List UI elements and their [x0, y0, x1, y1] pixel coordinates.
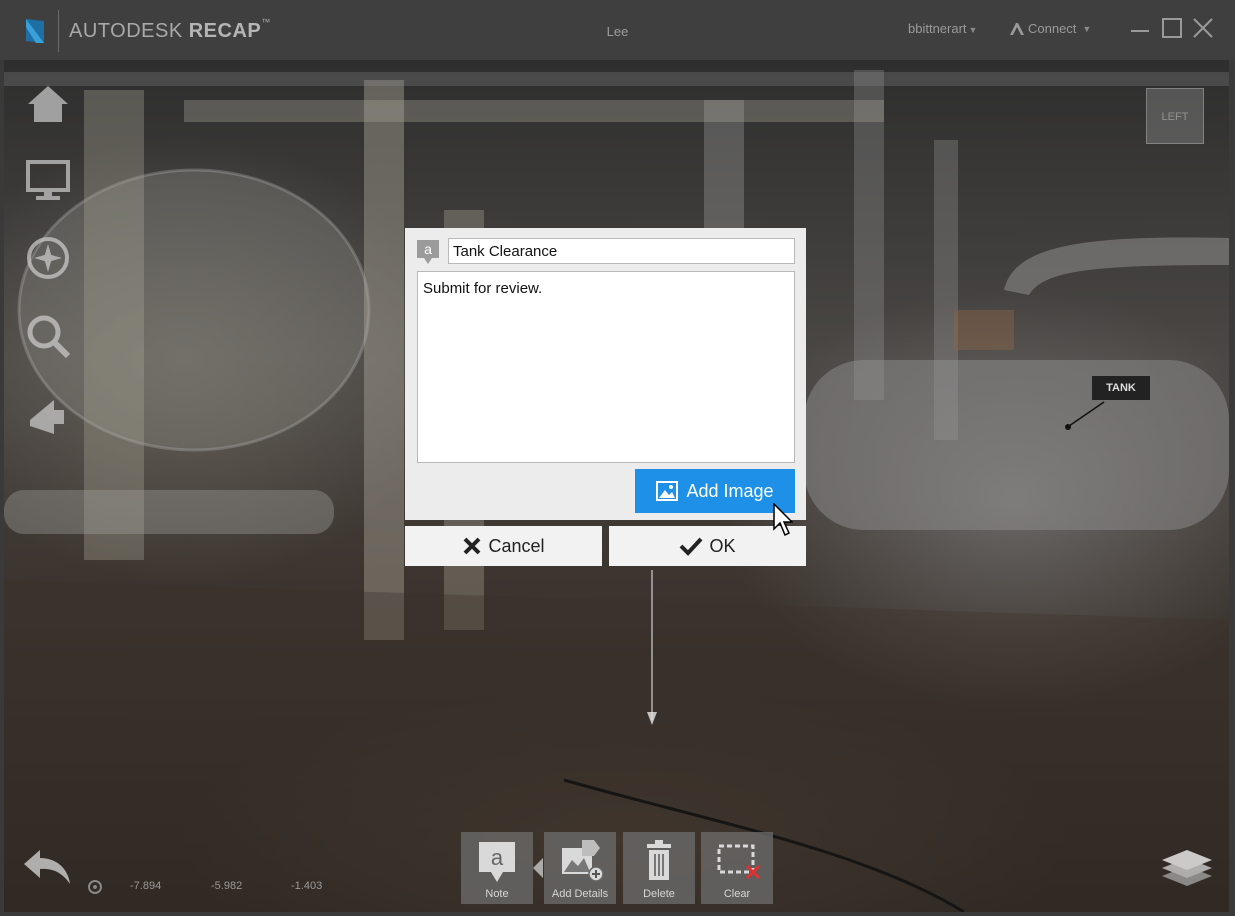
tank-annotation-tag[interactable]: TANK — [1092, 376, 1150, 400]
note-dialog: a Submit for review. Add Image — [405, 228, 806, 520]
navigation-wheel-icon[interactable] — [24, 234, 72, 282]
clear-label: Clear — [723, 888, 751, 900]
add-image-details-icon — [562, 840, 604, 882]
mouse-pointer-icon — [773, 503, 793, 537]
minimize-icon[interactable] — [1128, 16, 1152, 40]
note-title-input[interactable] — [448, 238, 795, 264]
delete-button[interactable]: Delete — [623, 832, 695, 904]
svg-text:a: a — [424, 241, 432, 257]
note-icon: a — [417, 240, 439, 264]
user-menu-label: bbittnerart — [908, 21, 967, 36]
home-icon[interactable] — [24, 80, 72, 128]
coordinate-z: -1.403 — [291, 880, 323, 892]
add-details-label: Add Details — [551, 888, 609, 900]
note-body-textarea[interactable]: Submit for review. — [417, 271, 795, 463]
coordinate-y: -5.982 — [211, 880, 243, 892]
annotation-horn-icon[interactable] — [24, 390, 72, 438]
autodesk-a-icon — [1010, 22, 1024, 35]
checkmark-icon — [680, 537, 703, 556]
undo-arrow-icon[interactable] — [22, 846, 72, 886]
note-tool-button[interactable]: a Note — [461, 832, 533, 904]
clear-button[interactable]: Clear — [701, 832, 773, 904]
svg-text:a: a — [491, 845, 504, 870]
settings-icon[interactable] — [87, 879, 103, 895]
add-image-button[interactable]: Add Image — [635, 469, 795, 513]
layers-icon[interactable] — [1160, 848, 1214, 888]
view-cube[interactable]: LEFT — [1146, 88, 1204, 144]
user-menu[interactable]: bbittnerart ▼ — [908, 21, 977, 36]
toolbar-pointer-icon — [533, 858, 543, 878]
ok-label: OK — [709, 535, 736, 556]
zoom-icon[interactable] — [24, 312, 72, 360]
add-details-button[interactable]: Add Details — [544, 832, 616, 904]
trash-icon — [647, 840, 671, 880]
maximize-icon[interactable] — [1160, 16, 1184, 40]
image-icon — [656, 481, 679, 501]
chevron-down-icon: ▼ — [968, 25, 978, 35]
note-icon: a — [479, 842, 515, 882]
clear-selection-icon — [717, 844, 761, 880]
cancel-label: Cancel — [488, 535, 545, 556]
x-icon — [464, 537, 481, 555]
add-image-label: Add Image — [686, 480, 774, 501]
close-icon[interactable] — [1191, 16, 1215, 40]
connect-menu-label: Connect — [1028, 21, 1077, 36]
note-tool-label: Note — [485, 888, 509, 900]
cancel-button[interactable]: Cancel — [405, 526, 602, 566]
chevron-down-icon: ▼ — [1082, 23, 1092, 34]
title-bar: AUTODESK RECAP™ Lee bbittnerart ▼ Connect… — [0, 0, 1235, 60]
coordinate-x: -7.894 — [130, 880, 162, 892]
delete-label: Delete — [643, 888, 675, 900]
display-icon[interactable] — [24, 156, 72, 204]
connect-menu[interactable]: Connect ▼ — [1010, 21, 1091, 36]
